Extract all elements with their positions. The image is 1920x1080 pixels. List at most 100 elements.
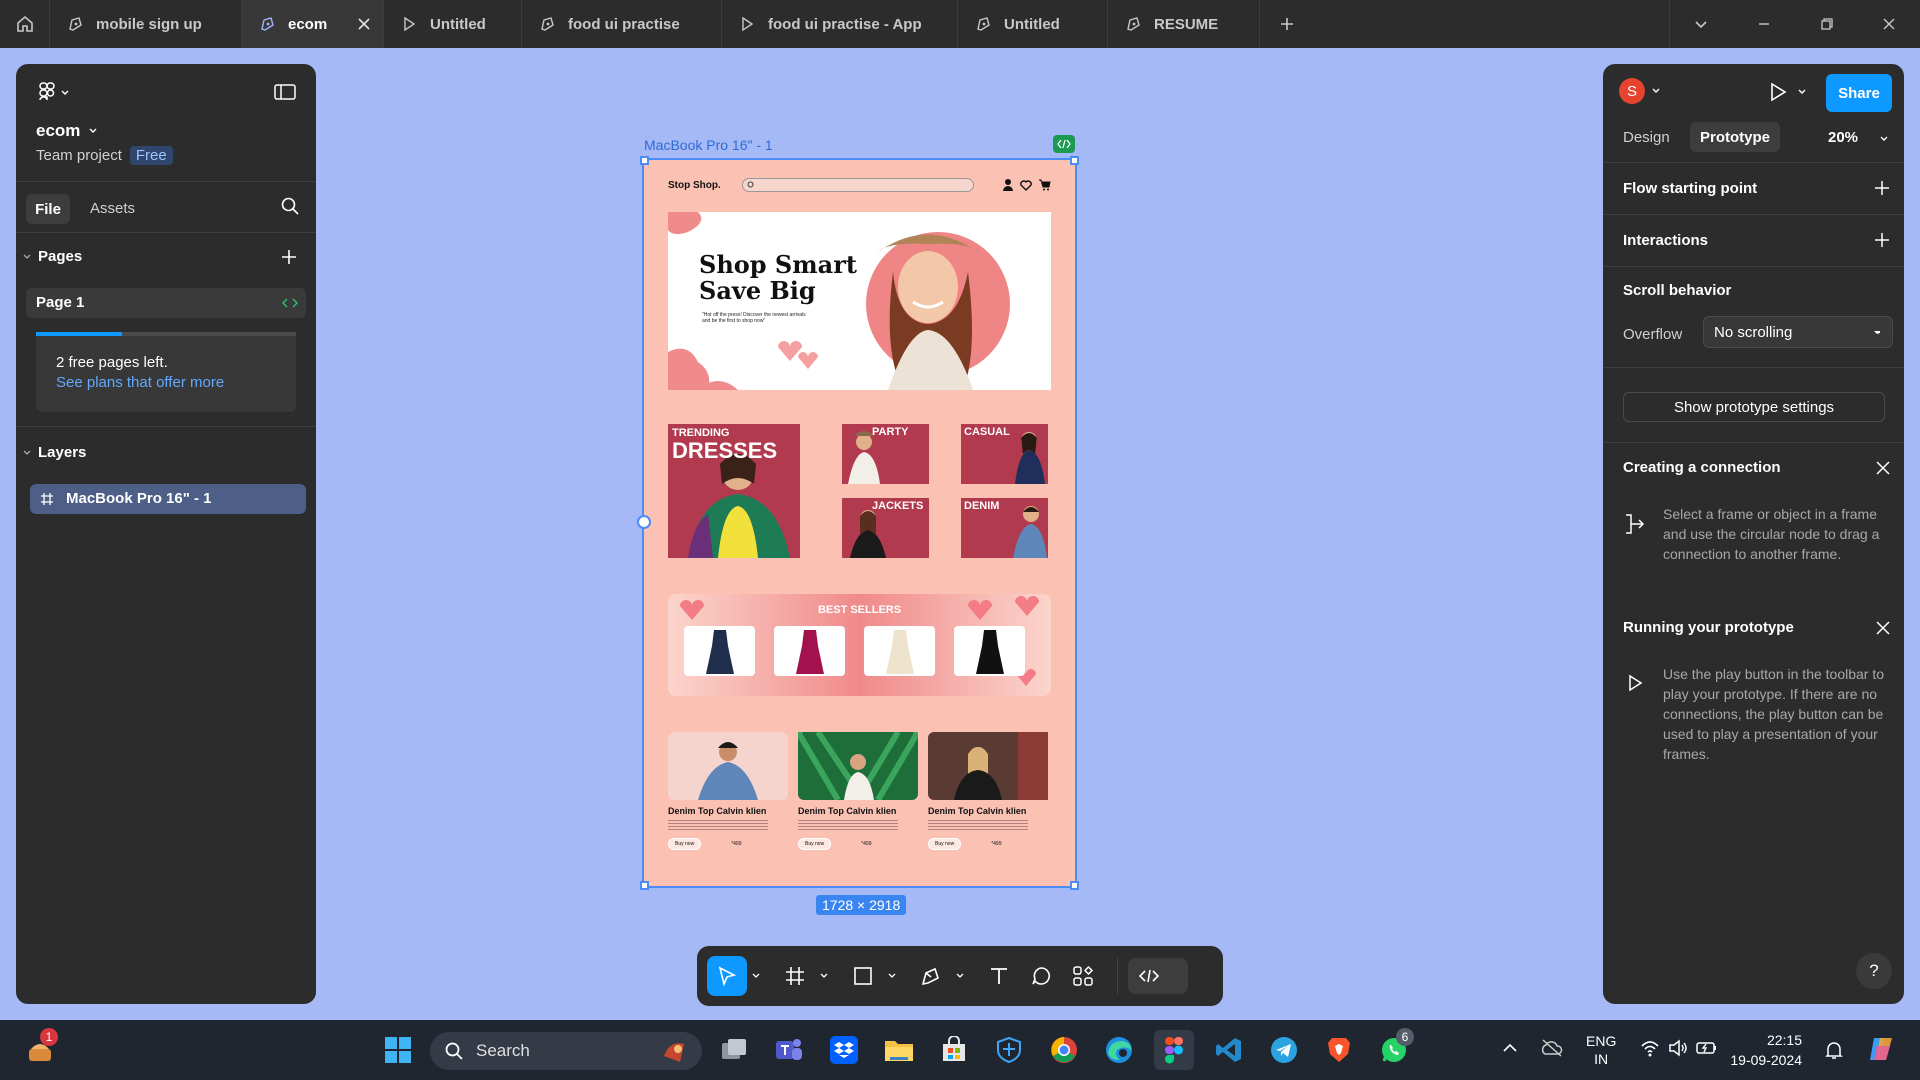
figma-file-icon — [258, 15, 276, 33]
close-icon[interactable] — [1875, 460, 1891, 476]
tabs-dropdown-button[interactable] — [1670, 0, 1733, 48]
battery-icon — [1696, 1042, 1716, 1054]
move-tool-options[interactable] — [749, 956, 763, 996]
plus-icon[interactable] — [1873, 231, 1891, 249]
tab-file[interactable]: File — [26, 194, 70, 224]
dev-status-badge[interactable] — [1053, 135, 1075, 153]
free-pages-progress — [36, 332, 296, 336]
system-tray[interactable] — [1640, 1038, 1718, 1058]
plus-icon[interactable] — [1873, 179, 1891, 197]
help-button[interactable]: ? — [1856, 953, 1892, 989]
figma-logo-icon — [1165, 1037, 1183, 1064]
close-icon[interactable] — [1875, 620, 1891, 636]
overflow-select[interactable]: No scrolling — [1703, 316, 1893, 348]
team-label: Team project — [36, 147, 122, 164]
layers-section-toggle[interactable]: Layers — [22, 444, 86, 461]
telegram-app[interactable] — [1264, 1030, 1304, 1070]
clock-time: 22:15 — [1766, 1032, 1802, 1048]
onedrive-status[interactable] — [1540, 1038, 1564, 1058]
new-tab-button[interactable] — [1260, 0, 1314, 48]
see-plans-link[interactable]: See plans that offer more — [56, 374, 224, 391]
resize-handle-bottom-left[interactable] — [640, 881, 649, 890]
chevron-down-icon — [956, 973, 964, 978]
resize-handle-top-left[interactable] — [640, 156, 649, 165]
task-view-button[interactable] — [714, 1030, 754, 1070]
tab-prototype[interactable]: Prototype — [1690, 122, 1780, 152]
pages-title: Pages — [38, 248, 83, 265]
design-frame[interactable]: Stop Shop. Shop Smart Save Big "Hot off … — [642, 158, 1077, 888]
tab-assets[interactable]: Assets — [90, 200, 135, 217]
share-button[interactable]: Share — [1826, 74, 1892, 112]
tab-mobile-sign-up[interactable]: mobile sign up — [50, 0, 242, 48]
copilot-icon — [1870, 1038, 1892, 1060]
tab-food-ui-practise-app[interactable]: food ui practise - App — [722, 0, 958, 48]
shape-tool-options[interactable] — [885, 956, 899, 996]
tab-design[interactable]: Design — [1623, 129, 1670, 146]
vscode-app[interactable] — [1209, 1030, 1249, 1070]
project-name-button[interactable]: ecom — [36, 121, 98, 141]
product-description — [928, 820, 1028, 830]
toggle-sidebar-button[interactable] — [274, 82, 296, 102]
page-item-1[interactable]: Page 1 — [26, 288, 306, 318]
shape-tool[interactable] — [843, 956, 883, 996]
notifications-button[interactable] — [1825, 1040, 1843, 1060]
move-tool[interactable] — [707, 956, 747, 996]
edge-app[interactable] — [1099, 1030, 1139, 1070]
pen-tool-options[interactable] — [953, 956, 967, 996]
language-indicator[interactable]: ENG IN — [1586, 1032, 1616, 1068]
resize-handle-top-right[interactable] — [1070, 156, 1079, 165]
frame-label[interactable]: MacBook Pro 16" - 1 — [644, 137, 773, 153]
cart-icon — [1039, 179, 1051, 191]
zoom-level[interactable]: 20% — [1828, 129, 1858, 146]
whatsapp-app[interactable]: 6 — [1374, 1028, 1414, 1070]
wifi-icon — [1641, 1041, 1659, 1057]
tab-untitled-prototype[interactable]: Untitled — [384, 0, 522, 48]
clock[interactable]: 22:15 19-09-2024 — [1730, 1030, 1802, 1070]
chevron-down-icon — [23, 254, 31, 259]
restore-button[interactable] — [1796, 0, 1859, 48]
file-explorer-app[interactable] — [879, 1030, 919, 1070]
close-window-button[interactable] — [1858, 0, 1920, 48]
close-tab-icon[interactable] — [355, 15, 373, 33]
tab-resume[interactable]: RESUME — [1108, 0, 1260, 48]
teams-app[interactable] — [769, 1030, 809, 1070]
connection-node[interactable] — [637, 515, 651, 529]
plan-badge[interactable]: Free — [129, 146, 173, 165]
pen-tool[interactable] — [911, 956, 951, 996]
windows-logo-icon — [385, 1037, 411, 1063]
figma-app[interactable] — [1154, 1030, 1194, 1070]
brave-app[interactable] — [1319, 1030, 1359, 1070]
chrome-app[interactable] — [1044, 1030, 1084, 1070]
dress-image-shape — [706, 630, 734, 674]
start-button[interactable] — [378, 1030, 418, 1070]
comment-tool[interactable] — [1021, 956, 1061, 996]
pages-section-toggle[interactable]: Pages — [22, 248, 82, 265]
minimize-button[interactable] — [1733, 0, 1796, 48]
microsoft-store-app[interactable] — [934, 1030, 974, 1070]
actions-tool[interactable] — [1063, 956, 1103, 996]
add-page-button[interactable] — [280, 248, 298, 266]
tab-food-ui-practise[interactable]: food ui practise — [522, 0, 722, 48]
layer-item-frame[interactable]: MacBook Pro 16" - 1 — [30, 484, 306, 514]
widgets-button[interactable]: 1 — [20, 1028, 60, 1070]
resize-handle-bottom-right[interactable] — [1070, 881, 1079, 890]
home-button[interactable] — [0, 0, 50, 48]
tab-ecom[interactable]: ecom — [242, 0, 384, 48]
dev-mode-toggle[interactable] — [1128, 958, 1188, 994]
main-menu-button[interactable] — [38, 82, 70, 104]
security-app[interactable] — [989, 1030, 1029, 1070]
bottom-toolbar — [697, 946, 1223, 1006]
user-menu-button[interactable]: S — [1619, 78, 1661, 104]
copilot-button[interactable] — [1866, 1034, 1896, 1064]
dropbox-app[interactable] — [824, 1030, 864, 1070]
show-hidden-icons-button[interactable] — [1502, 1040, 1518, 1056]
present-button[interactable] — [1769, 82, 1807, 102]
taskbar-search[interactable]: Search — [430, 1032, 702, 1070]
plus-icon — [282, 250, 296, 264]
show-prototype-settings-button[interactable]: Show prototype settings — [1623, 392, 1885, 422]
text-tool[interactable] — [979, 956, 1019, 996]
search-layers-button[interactable] — [280, 196, 300, 216]
tab-untitled[interactable]: Untitled — [958, 0, 1108, 48]
frame-tool[interactable] — [775, 956, 815, 996]
frame-tool-options[interactable] — [817, 956, 831, 996]
